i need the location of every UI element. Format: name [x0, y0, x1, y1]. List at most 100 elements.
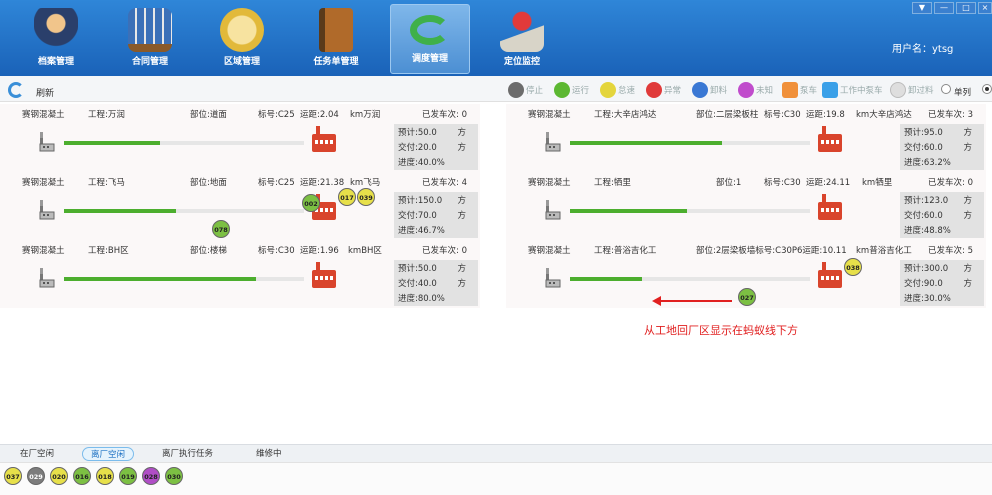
- task-card[interactable]: 赛钢混凝土 工程:万润 部位:道面 标号:C25 运距:2.04 km万润 已发…: [0, 104, 480, 172]
- truck-marker[interactable]: 030: [165, 467, 183, 485]
- stats-panel: 预计:50.0 方 交付:40.0 方 进度:80.0%: [394, 260, 478, 306]
- nav-task-order[interactable]: 任务单管理: [296, 4, 376, 74]
- grade: 标号:C25: [258, 178, 295, 188]
- progress-text: 进度:80.0%: [398, 294, 445, 304]
- tab-maintenance[interactable]: 维修中: [248, 447, 290, 461]
- nav-label: 任务单管理: [313, 57, 359, 67]
- truck-marker[interactable]: 020: [50, 467, 68, 485]
- distance: 运距:2.04: [300, 110, 339, 120]
- destination: kmBH区: [348, 246, 382, 256]
- truck-marker[interactable]: 078: [212, 220, 230, 238]
- nav-dispatch[interactable]: 调度管理: [390, 4, 470, 74]
- legend-error: 异常: [646, 81, 681, 99]
- sent-count: 已发车次: 4: [422, 178, 467, 188]
- legend-running: 运行: [554, 81, 589, 99]
- refresh-arrows-icon: [410, 15, 450, 45]
- tab-in-plant-idle[interactable]: 在厂空闲: [12, 447, 62, 461]
- truck-marker[interactable]: 016: [73, 467, 91, 485]
- refresh-button[interactable]: 刷新: [36, 86, 54, 99]
- task-card[interactable]: 赛钢混凝土 工程:牺里 部位:1 标号:C30 运距:24.11 km牺里 已发…: [506, 172, 986, 240]
- grade: 标号:C30: [764, 110, 801, 120]
- single-column-radio[interactable]: [941, 84, 951, 94]
- destination: km牺里: [862, 178, 893, 188]
- truck-marker[interactable]: 039: [357, 188, 375, 206]
- factory-icon: [818, 262, 842, 288]
- user-profile-icon: [34, 8, 78, 52]
- vehicle-status-tabs: 在厂空闲 离厂空闲 离厂执行任务 维修中: [0, 444, 992, 462]
- nav-region[interactable]: 区域管理: [202, 4, 282, 74]
- truck-marker[interactable]: 037: [4, 467, 22, 485]
- truck-marker[interactable]: 017: [338, 188, 356, 206]
- single-column-label: 单列: [954, 88, 972, 98]
- truck-marker[interactable]: 019: [119, 467, 137, 485]
- tab-out-plant-idle[interactable]: 离厂空闲: [82, 447, 135, 461]
- truck-marker[interactable]: 028: [142, 467, 160, 485]
- progress-track: [570, 141, 810, 145]
- task-card[interactable]: 赛钢混凝土 工程:大辛店鸿达 部位:二层梁板柱 标号:C30 运距:19.8 k…: [506, 104, 986, 172]
- unit-label: 方: [963, 279, 972, 289]
- unit-label: 方: [963, 128, 972, 138]
- task-card[interactable]: 赛钢混凝土 工程:飞马 部位:地面 标号:C25 运距:21.38 km飞马 已…: [0, 172, 480, 240]
- unit-label: 方: [457, 143, 466, 153]
- progress-fill: [64, 277, 256, 281]
- truck-marker[interactable]: 027: [738, 288, 756, 306]
- truck-marker[interactable]: 018: [96, 467, 114, 485]
- truck-marker[interactable]: 038: [844, 258, 862, 276]
- annotation-text: 从工地回厂区显示在蚂蚁线下方: [644, 324, 798, 337]
- nav-archive[interactable]: 档案管理: [16, 4, 96, 74]
- multi-column-radio[interactable]: [982, 84, 992, 94]
- project-name: 工程:飞马: [88, 178, 125, 188]
- stats-panel: 预计:300.0 方 交付:90.0 方 进度:30.0%: [900, 260, 984, 306]
- refresh-icon[interactable]: [8, 82, 24, 98]
- delivered-volume: 交付:60.0: [904, 143, 943, 153]
- map-pin-icon: [500, 8, 544, 52]
- maximize-icon[interactable]: □: [956, 2, 976, 14]
- close-icon[interactable]: ×: [978, 2, 992, 14]
- tab-out-plant-task[interactable]: 离厂执行任务: [154, 447, 221, 461]
- progress-text: 进度:30.0%: [904, 294, 951, 304]
- destination: km万润: [350, 110, 381, 120]
- truck-marker[interactable]: 029: [27, 467, 45, 485]
- unit-label: 方: [963, 143, 972, 153]
- stats-panel: 预计:123.0 方 交付:60.0 方 进度:48.8%: [900, 192, 984, 238]
- legend-idle: 怠速: [600, 81, 635, 99]
- project-name: 工程:牺里: [594, 178, 631, 188]
- upload-box-icon: [220, 8, 264, 52]
- progress-fill: [570, 209, 688, 213]
- minimize-icon[interactable]: —: [934, 2, 954, 14]
- distance: 运距:21.38: [300, 178, 345, 188]
- distance: 运距:1.96: [300, 246, 339, 256]
- unit-label: 方: [457, 128, 466, 138]
- binders-icon: [128, 8, 172, 52]
- delivered-volume: 交付:40.0: [398, 279, 437, 289]
- construction-site-icon: [38, 266, 56, 288]
- sent-count: 已发车次: 0: [422, 110, 467, 120]
- planned-volume: 预计:300.0: [904, 264, 949, 274]
- task-card[interactable]: 赛钢混凝土 工程:BH区 部位:楼梯 标号:C30 运距:1.96 kmBH区 …: [0, 240, 480, 308]
- unit-label: 方: [457, 279, 466, 289]
- part-name: 部位:地面: [190, 178, 227, 188]
- destination: km普浴吉化工: [856, 246, 912, 256]
- truck-marker[interactable]: 002: [302, 194, 320, 212]
- sent-count: 已发车次: 3: [928, 110, 973, 120]
- task-card[interactable]: 赛钢混凝土 工程:普浴吉化工 部位:2层梁板墙标号:C30P6运距:10.11 …: [506, 240, 986, 308]
- construction-site-icon: [38, 130, 56, 152]
- nav-label: 区域管理: [223, 57, 260, 67]
- nav-contract[interactable]: 合同管理: [110, 4, 190, 74]
- notebook-icon: [319, 8, 353, 52]
- distance: 运距:24.11: [806, 178, 851, 188]
- delivered-volume: 交付:20.0: [398, 143, 437, 153]
- progress-text: 进度:63.2%: [904, 158, 951, 168]
- progress-fill: [64, 141, 160, 145]
- part-name: 部位:2层梁板墙标号:C30P6运距:10.11: [696, 246, 847, 256]
- grade: 标号:C30: [258, 246, 295, 256]
- nav-label: 合同管理: [131, 57, 168, 67]
- stats-panel: 预计:50.0 方 交付:20.0 方 进度:40.0%: [394, 124, 478, 170]
- company-name: 赛钢混凝土: [528, 178, 571, 188]
- sent-count: 已发车次: 0: [928, 178, 973, 188]
- nav-location[interactable]: 定位监控: [482, 4, 562, 74]
- unit-label: 方: [457, 264, 466, 274]
- project-name: 工程:万润: [88, 110, 125, 120]
- dropdown-icon[interactable]: ▼: [912, 2, 932, 14]
- stats-panel: 预计:150.0 方 交付:70.0 方 进度:46.7%: [394, 192, 478, 238]
